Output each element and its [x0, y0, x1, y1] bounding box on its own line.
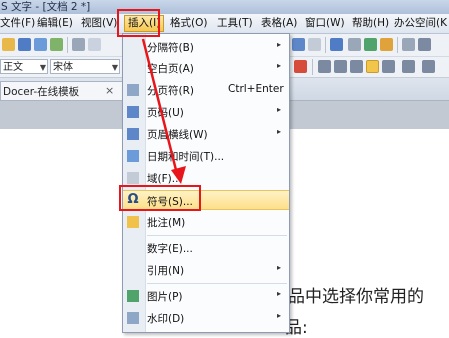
- arrow-shaft: [141, 38, 180, 179]
- annotation-arrow: [141, 38, 186, 184]
- arrow-head: [171, 166, 186, 184]
